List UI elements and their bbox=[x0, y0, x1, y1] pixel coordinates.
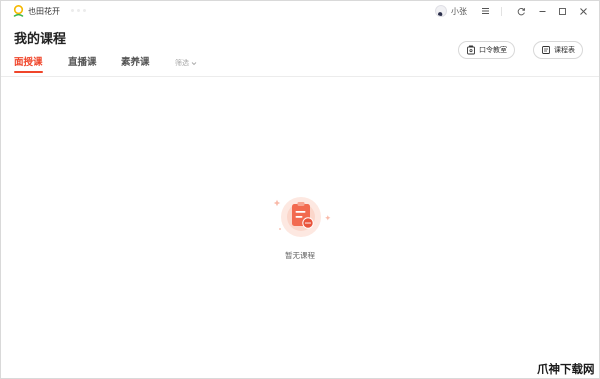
app-name: 也田花开 bbox=[28, 7, 60, 16]
schedule-button[interactable]: 课程表 bbox=[533, 41, 583, 59]
titlebar-separator bbox=[501, 7, 502, 16]
watermark-logo: 爪神下载网 bbox=[537, 362, 595, 376]
close-icon bbox=[579, 7, 587, 15]
user-avatar[interactable] bbox=[435, 5, 447, 17]
title-bar: 也田花开 小张 bbox=[1, 1, 599, 22]
filter-label: 筛选 bbox=[175, 59, 189, 67]
page-title: 我的课程 bbox=[14, 32, 67, 47]
minimize-icon bbox=[539, 10, 545, 12]
menu-button[interactable] bbox=[477, 4, 493, 18]
minimize-button[interactable] bbox=[534, 4, 550, 18]
password-classroom-button[interactable]: 口令教室 bbox=[458, 41, 515, 59]
app-window: 也田花开 小张 我的课程 面授课 直播课 素养课 筛选 口令教室 课程表 暂无课… bbox=[0, 0, 600, 379]
tab-label: 面授课 bbox=[14, 57, 43, 68]
clipboard-icon bbox=[273, 197, 331, 237]
password-classroom-label: 口令教室 bbox=[479, 45, 507, 54]
menu-icon bbox=[481, 8, 489, 14]
maximize-button[interactable] bbox=[554, 4, 570, 18]
refresh-icon bbox=[517, 7, 525, 15]
app-logo-icon bbox=[13, 5, 24, 17]
maximize-icon bbox=[558, 7, 566, 15]
schedule-label: 课程表 bbox=[554, 45, 575, 54]
chevron-down-icon bbox=[191, 62, 197, 66]
filter-dropdown[interactable]: 筛选 bbox=[175, 59, 197, 68]
svg-text:爪神下载网: 爪神下载网 bbox=[537, 362, 595, 376]
close-button[interactable] bbox=[575, 4, 591, 18]
tab-label: 素养课 bbox=[121, 57, 150, 68]
refresh-button[interactable] bbox=[513, 4, 529, 18]
empty-state-text: 暂无课程 bbox=[285, 251, 315, 260]
header-divider bbox=[1, 76, 599, 77]
active-tab-underline bbox=[14, 71, 43, 73]
lock-icon bbox=[467, 45, 475, 55]
tab-literacy[interactable]: 素养课 bbox=[121, 57, 150, 69]
tab-live[interactable]: 直播课 bbox=[68, 57, 97, 69]
tab-label: 直播课 bbox=[68, 57, 97, 68]
schedule-icon bbox=[542, 46, 550, 54]
decorative-dots bbox=[71, 9, 89, 12]
username[interactable]: 小张 bbox=[451, 6, 467, 17]
avatar-icon bbox=[438, 12, 443, 16]
tab-face-to-face[interactable]: 面授课 bbox=[14, 57, 43, 73]
